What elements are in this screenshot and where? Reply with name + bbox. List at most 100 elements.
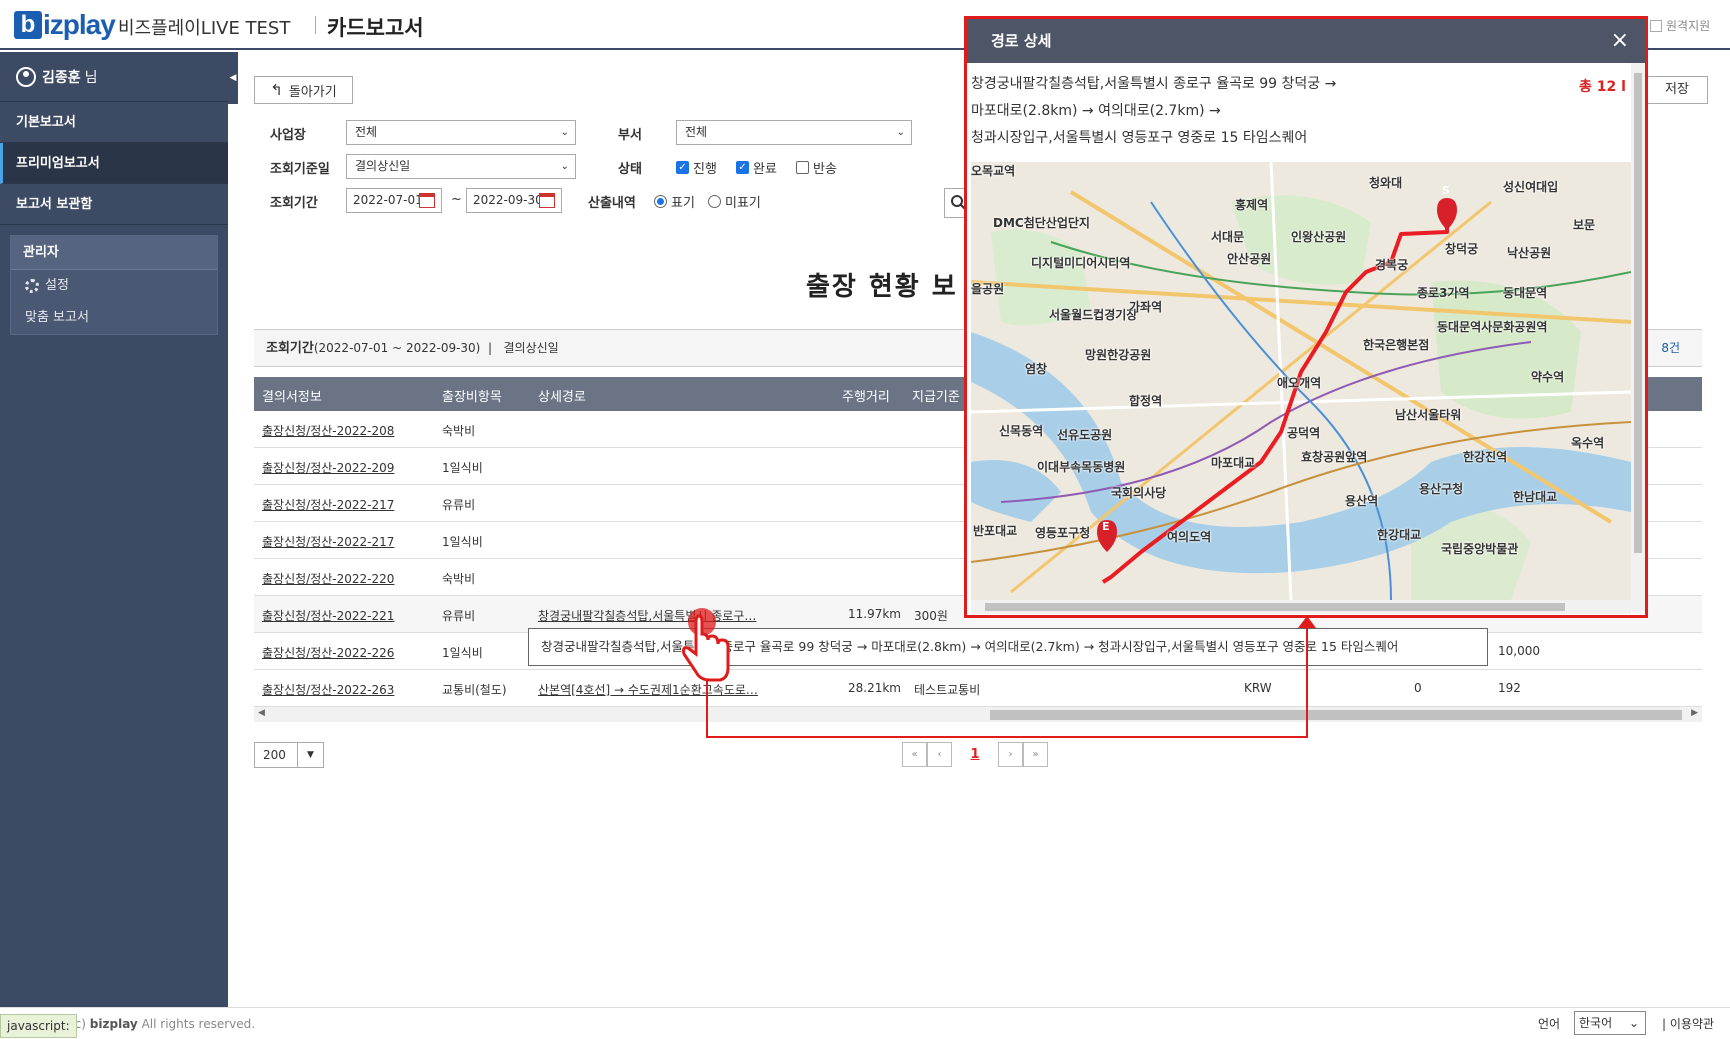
sidebar-item-premium-report[interactable]: 프리미엄보고서	[0, 143, 228, 184]
row-doc-link[interactable]: 출장신청/정산-2022-209	[262, 459, 394, 476]
table-row[interactable]: 출장신청/정산-2022-263 교통비(철도) 산본역[4호선] → 수도권제…	[254, 670, 1702, 707]
terms-link[interactable]: | 이용약관	[1662, 1015, 1714, 1032]
map-place-label: 신목동역	[999, 424, 1044, 438]
col-header-route[interactable]: 상세경로	[538, 386, 586, 405]
row-route-link[interactable]: 산본역[4호선] → 수도권제1순환고속도로…	[538, 681, 784, 698]
row-doc-link[interactable]: 출장신청/정산-2022-208	[262, 422, 394, 439]
map-place-label: 공덕역	[1287, 426, 1321, 440]
map-place-label: 국립중앙박물관	[1441, 542, 1519, 556]
route-line: 마포대로(2.8km) → 여의대로(2.7km) →	[971, 103, 1221, 119]
save-button[interactable]: 저장	[1646, 76, 1708, 104]
row-route-link[interactable]: 창경궁내팔각칠층석탑,서울특별시 종로구…	[538, 607, 784, 624]
date-basis-select[interactable]: 결의상신일 ⌄	[346, 154, 576, 179]
calendar-icon[interactable]	[419, 193, 435, 208]
date-separator: ~	[451, 192, 462, 207]
sidebar-item-basic-report[interactable]: 기본보고서	[0, 102, 228, 143]
sidebar: 김종훈 님 기본보고서 프리미엄보고서 보고서 보관함 관리자 설정 맞춤 보고…	[0, 52, 228, 1039]
map-place-label: 한남대교	[1513, 490, 1558, 504]
col-header-distance[interactable]: 주행거리	[842, 386, 890, 405]
popup-route-text: 창경궁내팔각칠층석탑,서울특별시 종로구 율곡로 99 창덕궁 → 마포대로(2…	[971, 71, 1571, 152]
row-basis: 테스트교통비	[914, 683, 981, 697]
popup-vertical-scrollbar[interactable]	[1631, 63, 1645, 611]
dept-select[interactable]: 전체 ⌄	[676, 120, 912, 145]
map-place-label: 동대문역사문화공원역	[1437, 320, 1548, 334]
map-place-label: 약수역	[1531, 370, 1565, 384]
row-doc-link[interactable]: 출장신청/정산-2022-221	[262, 607, 394, 624]
scroll-right-icon[interactable]: ▶	[1691, 708, 1698, 718]
map-place-label: 가좌역	[1129, 300, 1163, 314]
date-from-input[interactable]: 2022-07-01	[346, 188, 442, 213]
table-horizontal-scrollbar[interactable]: ◀ ▶	[254, 706, 1702, 722]
map-place-label: 을공원	[971, 282, 1005, 296]
close-icon[interactable]: ×	[1611, 19, 1629, 63]
page-title: 카드보고서	[327, 16, 424, 40]
admin-title: 관리자	[11, 236, 217, 270]
language-value: 한국어	[1579, 1016, 1613, 1030]
language-select[interactable]: 한국어 ⌄	[1574, 1011, 1646, 1035]
date-to-input[interactable]: 2022-09-30	[466, 188, 562, 213]
summary-divider: |	[488, 341, 493, 355]
map-place-label: 용산역	[1345, 494, 1379, 508]
row-item: 1일식비	[442, 535, 483, 549]
map-place-label: 용산구청	[1419, 482, 1464, 496]
first-page-button[interactable]: «	[902, 742, 927, 767]
save-label: 저장	[1665, 82, 1689, 97]
status-done-checkbox[interactable]: ✓ 완료	[736, 158, 777, 177]
row-doc-link[interactable]: 출장신청/정산-2022-263	[262, 681, 394, 698]
route-total-distance: 총 12 l	[1579, 79, 1626, 95]
row-doc-link[interactable]: 출장신청/정산-2022-220	[262, 570, 394, 587]
output-show-radio[interactable]: 표기	[654, 192, 695, 211]
sidebar-user[interactable]: 김종훈 님	[0, 52, 228, 102]
page-size-value: 200	[263, 748, 286, 762]
page-number[interactable]: 1	[952, 742, 998, 767]
sidebar-item-report-archive[interactable]: 보고서 보관함	[0, 184, 228, 225]
prev-page-button[interactable]: ‹	[927, 742, 952, 767]
calendar-icon[interactable]	[539, 193, 555, 208]
scrollbar-thumb[interactable]	[1634, 73, 1642, 553]
scrollbar-thumb[interactable]	[990, 710, 1682, 720]
admin-item-settings[interactable]: 설정	[11, 270, 217, 302]
dept-label: 부서	[618, 128, 642, 143]
checkbox-checked-icon: ✓	[676, 161, 689, 174]
chevron-down-icon: ⌄	[560, 161, 569, 172]
period-label: 조회기간	[270, 196, 318, 211]
logo-mark: b	[14, 11, 42, 39]
remote-support-toggle[interactable]: 원격지원	[1650, 17, 1710, 34]
map-horizontal-scrollbar[interactable]	[971, 600, 1631, 614]
bizplay-logo[interactable]: b izplay	[14, 8, 116, 42]
map-place-label: 영등포구청	[1035, 526, 1091, 540]
scroll-left-icon[interactable]: ◀	[258, 708, 265, 718]
status-return-checkbox[interactable]: 반송	[796, 158, 837, 177]
status-progress-checkbox[interactable]: ✓ 진행	[676, 158, 717, 177]
status-return-label: 반송	[813, 162, 837, 177]
map-place-label: 홍제역	[1235, 198, 1269, 212]
col-header-basis[interactable]: 지급기준	[912, 386, 960, 405]
page-size-select[interactable]: 200 ▼	[254, 742, 324, 768]
scrollbar-thumb[interactable]	[985, 603, 1565, 611]
output-hide-radio[interactable]: 미표기	[708, 192, 761, 211]
row-doc-link[interactable]: 출장신청/정산-2022-226	[262, 644, 394, 661]
map-place-label: 애오개역	[1277, 376, 1322, 390]
remote-support-checkbox[interactable]	[1650, 19, 1662, 32]
next-page-button[interactable]: ›	[998, 742, 1023, 767]
user-icon	[16, 66, 36, 87]
back-arrow-icon: ↰	[270, 81, 283, 99]
row-item: 유류비	[442, 609, 476, 623]
map-place-label: 이대부속목동병원	[1037, 460, 1126, 474]
map-place-label: 한강대교	[1377, 528, 1422, 542]
radio-empty-icon	[708, 195, 721, 208]
row-doc-link[interactable]: 출장신청/정산-2022-217	[262, 496, 394, 513]
map-place-label: 인왕산공원	[1291, 230, 1347, 244]
col-header-doc[interactable]: 결의서정보	[262, 386, 322, 405]
back-button[interactable]: ↰ 돌아가기	[254, 76, 353, 104]
col-header-item[interactable]: 출장비항목	[442, 386, 502, 405]
map-place-label: 성신여대입	[1503, 180, 1559, 194]
map-place-label: DMC첨단산업단지	[993, 216, 1090, 230]
row-zero: 0	[1414, 681, 1422, 695]
route-map[interactable]: S E 청와대 홍제역 성신여대입 DMC첨단산업단지 인왕산공원 보문 서대문 창덕궁 낙산공…	[971, 162, 1631, 600]
row-item: 교통비(철도)	[442, 683, 507, 697]
site-select[interactable]: 전체 ⌄	[346, 120, 576, 145]
row-doc-link[interactable]: 출장신청/정산-2022-217	[262, 533, 394, 550]
last-page-button[interactable]: »	[1023, 742, 1048, 767]
admin-item-custom-report[interactable]: 맞춤 보고서	[11, 302, 217, 334]
